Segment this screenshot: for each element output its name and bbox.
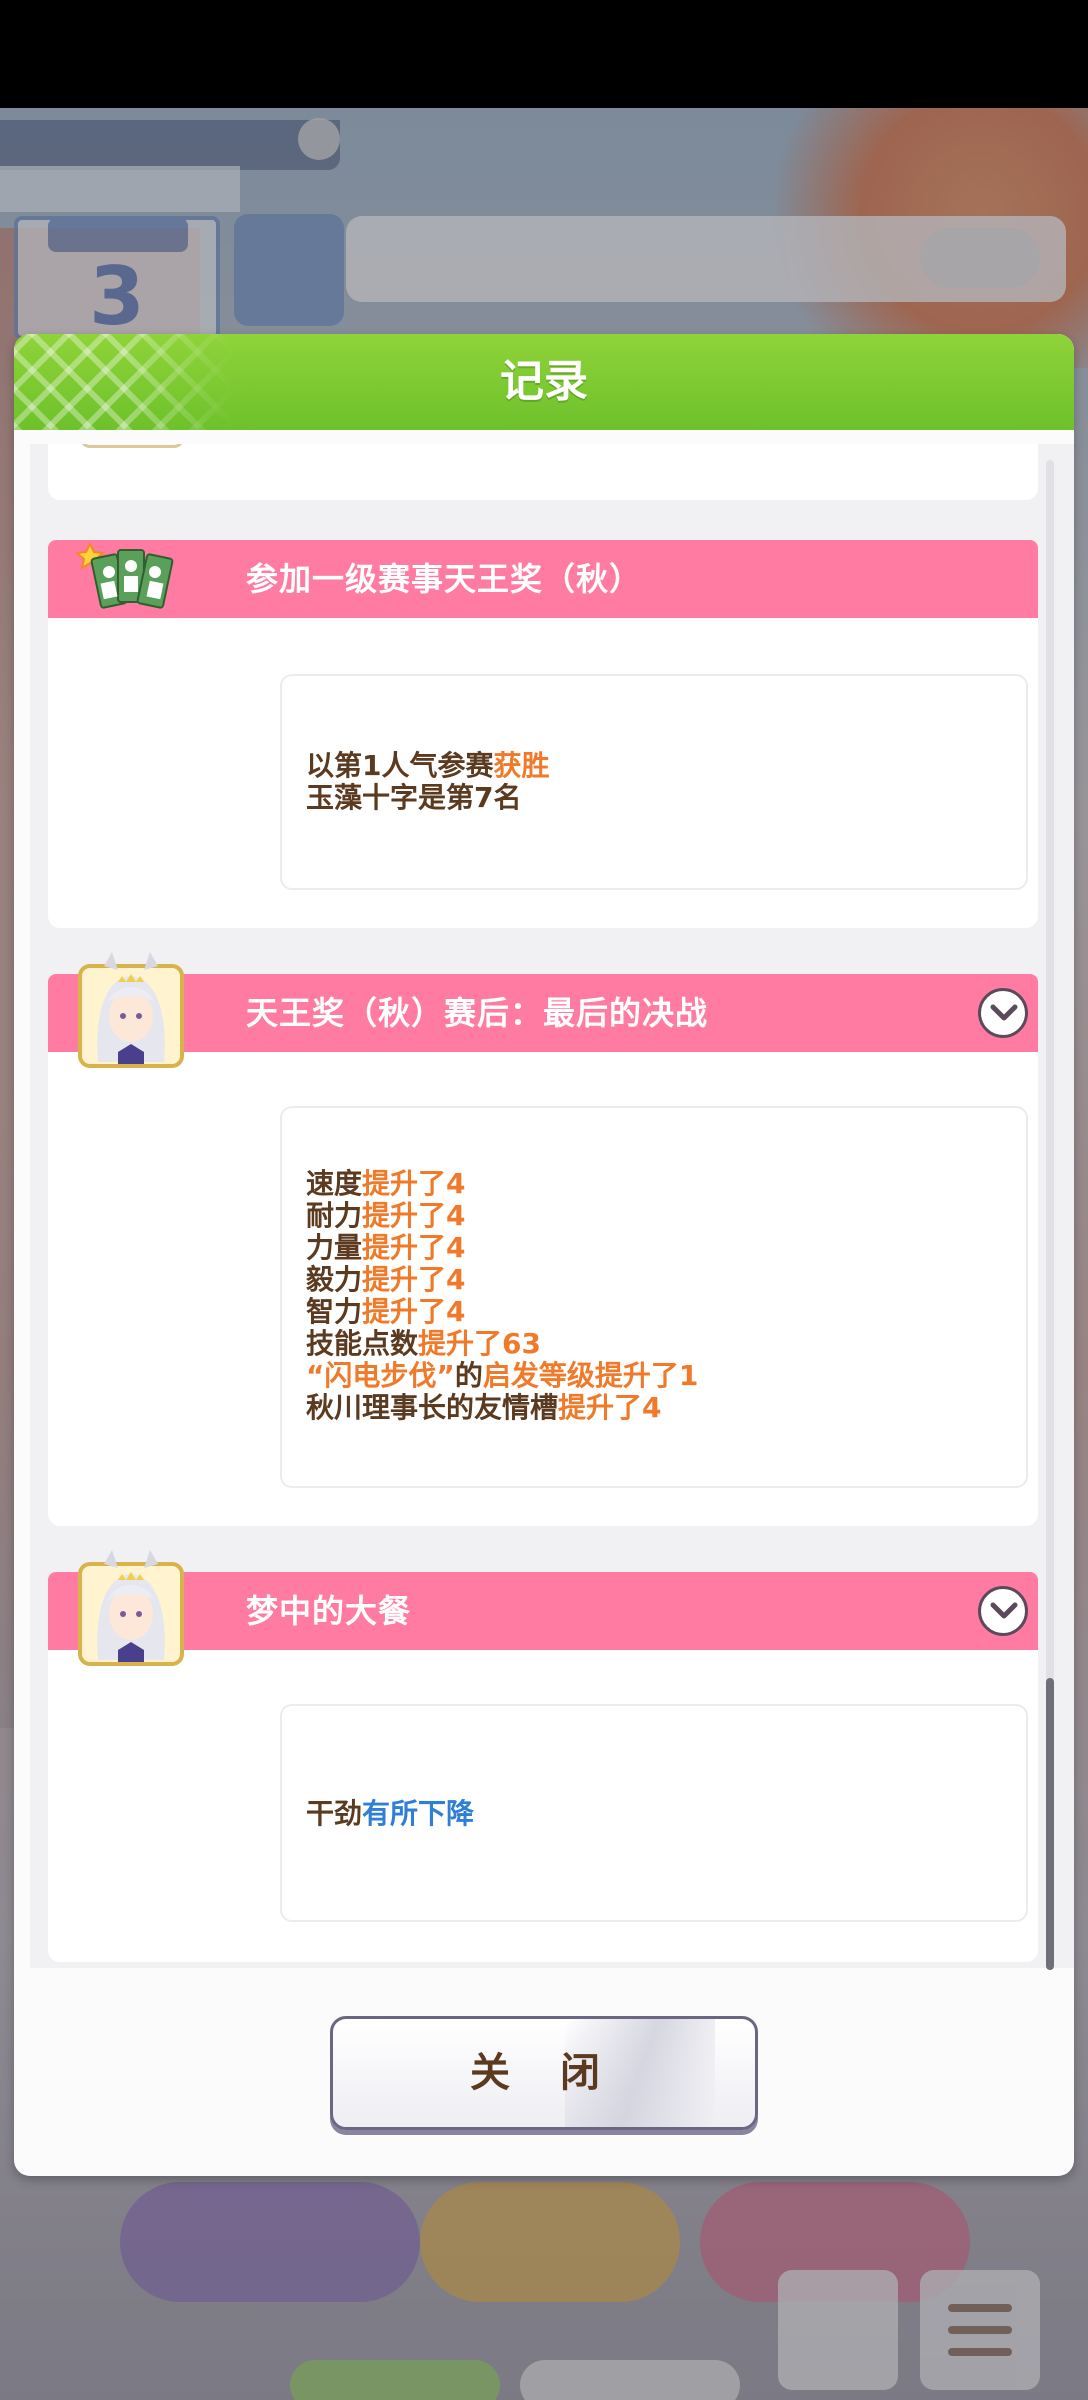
detail-line: 力量提升了4 — [306, 1231, 466, 1264]
detail-line: 耐力提升了4 — [306, 1199, 466, 1232]
detail-line: 玉藻十字是第7名 — [306, 781, 522, 814]
detail-line: 毅力提升了4 — [306, 1263, 466, 1296]
detail-line: 速度提升了4 — [306, 1167, 466, 1200]
detail-line: 智力提升了4 — [306, 1295, 466, 1328]
expand-chevron-icon[interactable] — [978, 1586, 1028, 1636]
entry-detail-box: 以第1人气参赛获胜 玉藻十字是第7名 — [280, 674, 1028, 890]
entry-header: 天王奖（秋）赛后：最后的决战 — [48, 974, 1038, 1052]
entry-header: 梦中的大餐 — [48, 1572, 1038, 1650]
character-portrait-icon — [78, 1550, 184, 1668]
close-button[interactable]: 关 闭 — [330, 2016, 758, 2130]
previous-entry-card — [48, 444, 1038, 500]
status-bar-area — [0, 0, 1088, 108]
entry-detail-lines: 速度提升了4 耐力提升了4 力量提升了4 毅力提升了4 智力提升了4 技能点数提… — [306, 1168, 698, 1424]
entry-card-event: 梦中的大餐 干劲有所下降 — [48, 1550, 1038, 1962]
entry-header: 参加一级赛事天王奖（秋） — [48, 540, 1038, 618]
record-dialog: 记录 参加一级赛事天王奖（秋） 以第1人气参赛获胜 玉藻十字是第7名 天王奖（秋… — [14, 334, 1074, 2176]
entry-detail-box: 干劲有所下降 — [280, 1704, 1028, 1922]
entry-detail-lines: 以第1人气参赛获胜 玉藻十字是第7名 — [306, 750, 550, 814]
detail-line: 以第1人气参赛获胜 — [306, 749, 550, 782]
close-button-label: 关 闭 — [470, 2050, 618, 2096]
detail-line: 干劲有所下降 — [306, 1797, 475, 1830]
detail-line: “闪电步伐”的启发等级提升了1 — [306, 1359, 699, 1392]
entry-title: 参加一级赛事天王奖（秋） — [246, 560, 643, 598]
entry-detail-lines: 干劲有所下降 — [306, 1798, 474, 1830]
dialog-title: 记录 — [500, 356, 588, 407]
previous-entry-icon-edge — [80, 444, 184, 448]
entry-title: 天王奖（秋）赛后：最后的决战 — [246, 994, 709, 1032]
entry-title: 梦中的大餐 — [246, 1592, 412, 1630]
character-portrait-icon — [78, 952, 184, 1070]
entry-card-event: 天王奖（秋）赛后：最后的决战 速度提升了4 耐力提升了4 力量提升了4 毅力提升… — [48, 952, 1038, 1526]
detail-line: 秋川理事长的友情槽提升了4 — [306, 1391, 662, 1424]
detail-line: 技能点数提升了63 — [306, 1327, 541, 1360]
dialog-header: 记录 — [14, 334, 1074, 430]
race-cards-icon — [76, 518, 188, 630]
entry-detail-box: 速度提升了4 耐力提升了4 力量提升了4 毅力提升了4 智力提升了4 技能点数提… — [280, 1106, 1028, 1488]
entry-card-race: 参加一级赛事天王奖（秋） 以第1人气参赛获胜 玉藻十字是第7名 — [48, 540, 1038, 928]
expand-chevron-icon[interactable] — [978, 988, 1028, 1038]
scrollbar-thumb[interactable] — [1046, 1678, 1054, 1970]
